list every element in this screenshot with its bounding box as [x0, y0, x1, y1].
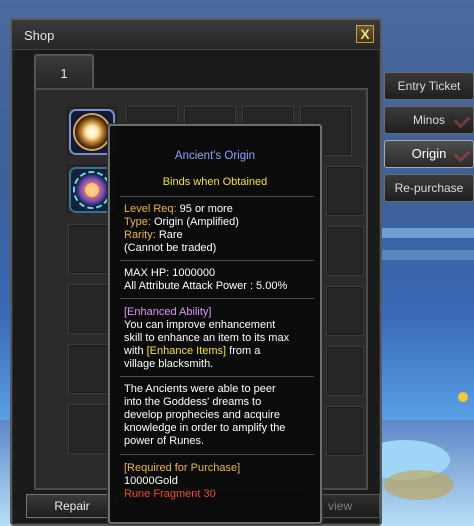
level-key: Level Req:	[124, 203, 177, 215]
tab-label: Origin	[411, 146, 447, 161]
rarity-key: Rarity:	[124, 229, 156, 241]
item-rarity: Rarity: Rare	[124, 229, 183, 242]
bind-status: Binds when Obtained	[162, 176, 268, 188]
divider	[120, 260, 314, 261]
lore-text: into the Goddess' dreams to	[124, 396, 262, 408]
divider	[120, 376, 314, 377]
enhanced-text: You can improve enhancement	[124, 319, 276, 331]
enhanced-text-post: from a	[226, 345, 261, 357]
page-tab-label: 1	[60, 66, 68, 81]
item-name: Ancient's Origin	[174, 150, 256, 162]
rune-fragment-price: Rune Fragment 30	[124, 488, 216, 500]
background-object	[384, 470, 454, 500]
tab-label: Re-purchase	[394, 181, 464, 195]
close-button[interactable]: X	[356, 25, 374, 43]
tab-label: Entry Ticket	[397, 79, 461, 93]
tab-entry-ticket[interactable]: Entry Ticket	[384, 72, 474, 100]
divider	[120, 196, 314, 197]
enhanced-text: village blacksmith.	[124, 358, 214, 370]
enhanced-text: skill to enhance an item to its max	[124, 332, 290, 344]
window-title: Shop	[24, 28, 55, 43]
type-key: Type:	[124, 216, 151, 228]
item-tooltip: Ancient's Origin Binds when Obtained Lev…	[108, 124, 322, 524]
level-requirement: Level Req: 95 or more	[124, 203, 233, 216]
lore-text: power of Runes.	[124, 435, 205, 447]
lore-text: The Ancients were able to peer	[124, 383, 276, 395]
enhanced-ability-header: [Enhanced Ability]	[124, 306, 212, 318]
rarity-value: Rare	[155, 229, 183, 241]
new-mark-icon	[453, 111, 471, 129]
enhanced-text-pre: with	[124, 345, 147, 357]
tab-origin[interactable]: Origin	[384, 140, 474, 168]
title-bar[interactable]: Shop X	[12, 20, 380, 50]
empty-slot[interactable]	[326, 226, 364, 276]
trade-restriction: (Cannot be traded)	[124, 242, 217, 254]
new-mark-icon	[453, 145, 471, 163]
gold-price: 10000Gold	[124, 475, 178, 487]
lore-text: develop prophecies and acquire	[124, 409, 280, 421]
item-type: Type: Origin (Amplified)	[124, 216, 239, 229]
tab-label: Minos	[412, 113, 445, 127]
page-tab-1[interactable]: 1	[34, 54, 94, 88]
type-value: Origin (Amplified)	[150, 216, 239, 228]
divider	[120, 454, 314, 455]
purchase-requirement-header: [Required for Purchase]	[124, 462, 241, 474]
empty-slot[interactable]	[326, 286, 364, 336]
empty-slot[interactable]	[326, 406, 364, 456]
lore-text: knowledge in order to amplify the	[124, 422, 286, 434]
empty-slot[interactable]	[326, 166, 364, 216]
empty-slot[interactable]	[326, 346, 364, 396]
divider	[120, 298, 314, 299]
level-value: 95 or more	[176, 203, 233, 215]
tab-minos[interactable]: Minos	[384, 106, 474, 134]
repair-button[interactable]: Repair	[26, 494, 118, 518]
enhanced-text: with [Enhance Items] from a	[124, 345, 260, 358]
enhance-items-link[interactable]: [Enhance Items]	[147, 345, 227, 357]
max-hp-stat: MAX HP: 1000000	[124, 267, 216, 279]
attack-stat: All Attribute Attack Power : 5.00%	[124, 280, 288, 292]
background-sparkle	[458, 392, 468, 402]
tab-re-purchase[interactable]: Re-purchase	[384, 174, 474, 202]
